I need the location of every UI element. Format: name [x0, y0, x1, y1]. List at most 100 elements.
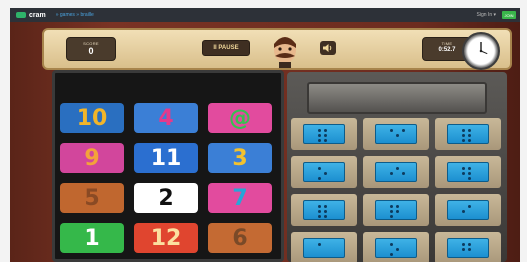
site-header: cram » games » braille Sign In ▾ JOIN	[10, 8, 520, 22]
braille-cell	[447, 124, 489, 144]
braille-dot	[318, 205, 321, 208]
braille-dot	[468, 205, 471, 208]
braille-dot	[390, 129, 393, 132]
braille-cell	[447, 200, 489, 220]
sound-toggle[interactable]	[320, 41, 336, 55]
braille-cell	[375, 200, 417, 220]
number-tile[interactable]: 10	[60, 103, 124, 133]
braille-dot	[462, 129, 465, 132]
braille-dot	[318, 210, 321, 213]
braille-dot	[462, 172, 465, 175]
braille-card[interactable]	[435, 194, 501, 226]
braille-dot	[402, 129, 405, 132]
braille-card[interactable]	[363, 194, 429, 226]
braille-dot	[468, 167, 471, 170]
braille-dot	[462, 248, 465, 251]
number-tile[interactable]: 11	[134, 143, 198, 173]
braille-dot	[390, 253, 393, 256]
braille-card[interactable]	[435, 232, 501, 262]
speaker-icon	[323, 44, 332, 52]
braille-dot	[396, 205, 399, 208]
braille-dot	[468, 139, 471, 142]
tile-grid: 10 4 @9 11 3 5 2 7 1 12 6	[60, 103, 282, 262]
breadcrumb[interactable]: » games » braille	[56, 12, 94, 18]
braille-cell	[447, 162, 489, 182]
braille-dot	[468, 177, 471, 180]
braille-dot	[396, 134, 399, 137]
braille-dot	[324, 134, 327, 137]
braille-cell	[303, 200, 345, 220]
sign-in-link[interactable]: Sign In ▾	[477, 12, 496, 18]
braille-cell	[375, 162, 417, 182]
braille-dot	[468, 129, 471, 132]
braille-dot	[390, 172, 393, 175]
braille-cell	[375, 238, 417, 258]
braille-dot	[462, 243, 465, 246]
braille-card[interactable]	[291, 232, 357, 262]
number-board: 10 4 @9 11 3 5 2 7 1 12 6	[52, 70, 284, 262]
braille-card[interactable]	[435, 156, 501, 188]
braille-dot	[402, 172, 405, 175]
braille-dot	[396, 210, 399, 213]
braille-dot	[318, 215, 321, 218]
braille-card[interactable]	[363, 156, 429, 188]
number-tile[interactable]: 4	[134, 103, 198, 133]
braille-dot	[462, 139, 465, 142]
braille-card[interactable]	[435, 118, 501, 150]
braille-dot	[468, 172, 471, 175]
braille-dot	[318, 134, 321, 137]
braille-dot	[390, 215, 393, 218]
brand-name: cram	[29, 11, 46, 19]
braille-vault	[287, 72, 507, 262]
number-tile[interactable]: 3	[208, 143, 272, 173]
logo-icon	[16, 12, 26, 18]
braille-card[interactable]	[291, 118, 357, 150]
braille-dot	[396, 167, 399, 170]
braille-dot	[468, 248, 471, 251]
braille-dot	[324, 129, 327, 132]
braille-card[interactable]	[363, 232, 429, 262]
braille-dot	[324, 205, 327, 208]
braille-card[interactable]	[363, 118, 429, 150]
braille-dot	[390, 243, 393, 246]
vault-door	[307, 82, 487, 114]
braille-dot	[462, 167, 465, 170]
braille-dot	[318, 167, 321, 170]
braille-dot	[468, 134, 471, 137]
braille-dot	[468, 243, 471, 246]
number-tile[interactable]: 7	[208, 183, 272, 213]
braille-dot	[324, 210, 327, 213]
number-tile[interactable]: @	[208, 103, 272, 133]
game-frame: SCORE 0 II PAUSE TIME 0:52.7 10 4 @ 9 11…	[10, 22, 520, 262]
site-logo[interactable]: cram	[16, 12, 46, 19]
number-tile[interactable]: 9	[60, 143, 124, 173]
number-tile[interactable]: 6	[208, 223, 272, 253]
score-display: SCORE 0	[66, 37, 116, 61]
braille-dot	[390, 205, 393, 208]
braille-card[interactable]	[291, 194, 357, 226]
braille-dot	[324, 139, 327, 142]
braille-cell	[303, 238, 345, 258]
braille-dot	[324, 172, 327, 175]
braille-dot	[324, 215, 327, 218]
clock-icon	[462, 32, 500, 70]
braille-cell	[303, 124, 345, 144]
score-value: 0	[88, 46, 94, 56]
braille-dot	[390, 210, 393, 213]
hud-panel: SCORE 0 II PAUSE TIME 0:52.7	[42, 28, 512, 70]
mascot-icon	[274, 37, 296, 68]
pause-button[interactable]: II PAUSE	[202, 40, 250, 56]
number-tile[interactable]: 12	[134, 223, 198, 253]
braille-cell	[447, 238, 489, 258]
braille-dot	[396, 248, 399, 251]
number-tile[interactable]: 2	[134, 183, 198, 213]
number-tile[interactable]: 1	[60, 223, 124, 253]
braille-dot	[462, 210, 465, 213]
braille-dot	[318, 243, 321, 246]
braille-card[interactable]	[291, 156, 357, 188]
join-button[interactable]: JOIN	[502, 11, 516, 19]
braille-dot	[462, 134, 465, 137]
number-tile[interactable]: 5	[60, 183, 124, 213]
braille-dot	[318, 177, 321, 180]
braille-cell	[375, 124, 417, 144]
